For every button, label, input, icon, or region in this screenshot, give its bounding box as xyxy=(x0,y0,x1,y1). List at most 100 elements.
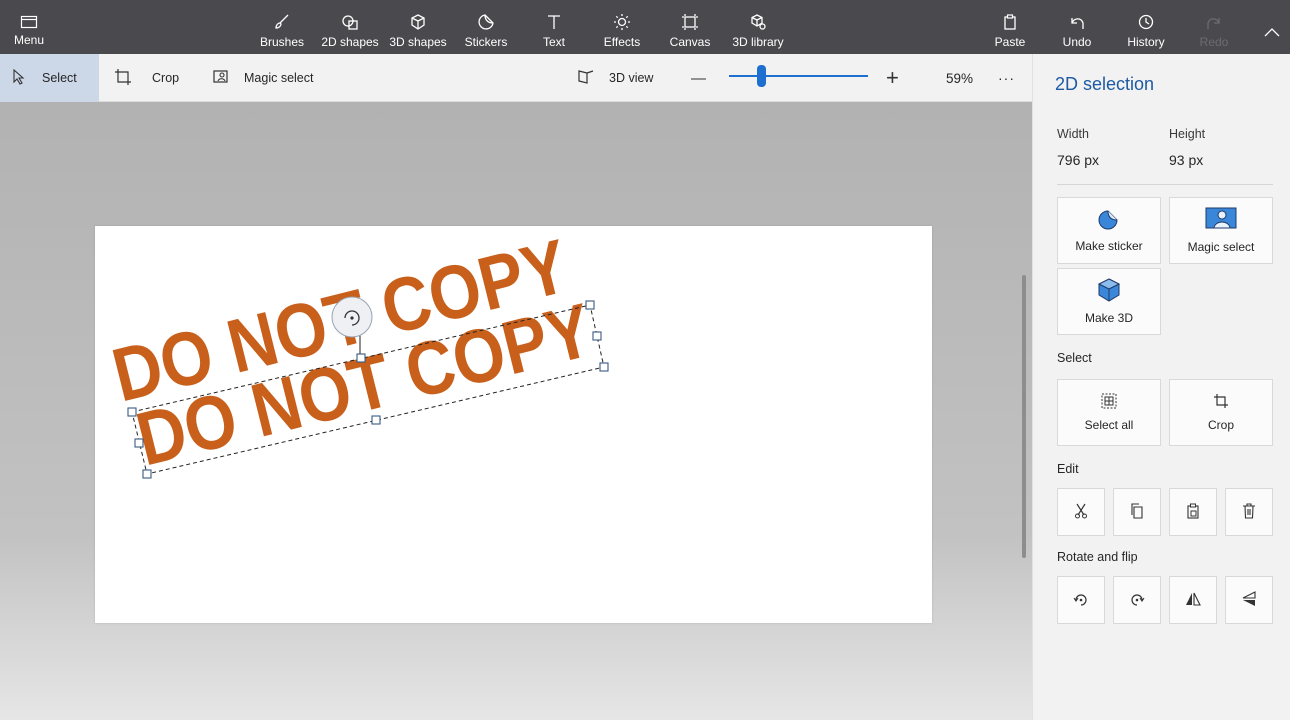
magic-select-icon xyxy=(1205,207,1237,234)
cube-icon xyxy=(1097,278,1121,305)
flip-vertical-icon xyxy=(1241,590,1257,610)
library-3d-button[interactable]: 3D library xyxy=(730,0,786,54)
paste-panel-button[interactable] xyxy=(1169,488,1217,536)
brush-icon xyxy=(272,12,292,32)
rotate-right-button[interactable] xyxy=(1113,576,1161,624)
redo-button[interactable]: Redo xyxy=(1197,0,1231,54)
text-button[interactable]: Text xyxy=(537,0,571,54)
collapse-chevron-icon xyxy=(1262,22,1282,42)
library-3d-label: 3D library xyxy=(732,35,784,49)
width-value[interactable]: 796 px xyxy=(1057,152,1099,168)
resize-handle-top-right[interactable] xyxy=(585,300,595,310)
flip-horizontal-button[interactable] xyxy=(1169,576,1217,624)
resize-handle-bottom[interactable] xyxy=(371,415,381,425)
menu-icon xyxy=(19,12,39,32)
view-3d-icon xyxy=(577,69,595,88)
cut-button[interactable] xyxy=(1057,488,1105,536)
select-tool-button[interactable]: Select xyxy=(0,54,99,102)
resize-handle-bottom-left[interactable] xyxy=(142,469,152,479)
text-label: Text xyxy=(542,35,565,49)
rotate-left-icon xyxy=(1073,591,1089,610)
zoom-slider-track[interactable] xyxy=(729,75,868,77)
crop-panel-label: Crop xyxy=(1207,418,1234,432)
zoom-out-button[interactable]: — xyxy=(691,54,706,102)
resize-handle-right[interactable] xyxy=(592,331,602,341)
panel-title: 2D selection xyxy=(1055,74,1155,94)
select-section-label: Select xyxy=(1057,351,1092,365)
zoom-in-label: + xyxy=(886,65,899,90)
height-value[interactable]: 93 px xyxy=(1169,152,1203,168)
magic-select-panel-button[interactable]: Magic select xyxy=(1169,197,1273,264)
zoom-level[interactable]: 59% xyxy=(946,54,973,102)
make-sticker-label: Make sticker xyxy=(1075,239,1143,253)
brushes-label: Brushes xyxy=(259,35,305,49)
resize-handle-top[interactable] xyxy=(356,353,366,363)
sticker-icon xyxy=(1097,208,1121,233)
paste-small-icon xyxy=(1185,503,1201,522)
rotate-section-label: Rotate and flip xyxy=(1057,550,1138,564)
stickers-button[interactable]: Stickers xyxy=(463,0,509,54)
brushes-button[interactable]: Brushes xyxy=(258,0,306,54)
rotate-handle[interactable] xyxy=(331,296,373,338)
shapes-2d-icon xyxy=(340,12,360,32)
library-3d-icon xyxy=(748,12,768,32)
cube-icon xyxy=(408,12,428,32)
view-3d-label: 3D view xyxy=(609,71,654,85)
paste-button[interactable]: Paste xyxy=(993,0,1027,54)
menu-label: Menu xyxy=(13,33,45,47)
height-label: Height xyxy=(1169,127,1206,141)
view-3d-toggle[interactable]: 3D view xyxy=(577,54,653,102)
rotate-left-button[interactable] xyxy=(1057,576,1105,624)
undo-button[interactable]: Undo xyxy=(1060,0,1094,54)
edit-section-label: Edit xyxy=(1057,462,1079,476)
flip-vertical-button[interactable] xyxy=(1225,576,1273,624)
shapes-3d-label: 3D shapes xyxy=(389,35,447,49)
undo-label: Undo xyxy=(1062,35,1092,49)
crop-tool-button[interactable]: Crop xyxy=(114,54,179,102)
rotate-right-icon xyxy=(1129,591,1145,610)
resize-handle-top-left[interactable] xyxy=(127,407,137,417)
paste-label: Paste xyxy=(994,35,1026,49)
shapes-3d-button[interactable]: 3D shapes xyxy=(389,0,447,54)
history-icon xyxy=(1136,12,1156,32)
effects-label: Effects xyxy=(603,35,641,49)
delete-button[interactable] xyxy=(1225,488,1273,536)
make-3d-button[interactable]: Make 3D xyxy=(1057,268,1161,335)
selection-toolbar: Select Crop Magic select 3D view — + 59%… xyxy=(0,54,1032,102)
stickers-label: Stickers xyxy=(464,35,508,49)
redo-icon xyxy=(1204,12,1224,32)
resize-handle-bottom-right[interactable] xyxy=(599,362,609,372)
menu-button[interactable]: Menu xyxy=(10,0,48,54)
select-all-label: Select all xyxy=(1084,418,1134,432)
select-all-button[interactable]: Select all xyxy=(1057,379,1161,446)
cut-icon xyxy=(1074,503,1088,522)
drawing-canvas[interactable]: DO NOT COPY DO NOT COPY xyxy=(95,224,932,623)
select-all-icon xyxy=(1101,393,1117,412)
magic-select-tool-button[interactable]: Magic select xyxy=(212,54,313,102)
magic-select-tool-label: Magic select xyxy=(244,71,314,85)
history-button[interactable]: History xyxy=(1124,0,1168,54)
delete-icon xyxy=(1242,502,1256,522)
paste-icon xyxy=(1000,12,1020,32)
effects-icon xyxy=(612,12,632,32)
zoom-out-label: — xyxy=(691,69,706,87)
collapse-panel-button[interactable] xyxy=(1260,0,1284,54)
more-options-button[interactable]: ··· xyxy=(998,54,1015,102)
canvas-button[interactable]: Canvas xyxy=(669,0,711,54)
crop-panel-button[interactable]: Crop xyxy=(1169,379,1273,446)
resize-handle-left[interactable] xyxy=(134,438,144,448)
shapes-2d-button[interactable]: 2D shapes xyxy=(321,0,379,54)
flip-horizontal-icon xyxy=(1185,591,1201,610)
history-label: History xyxy=(1127,35,1165,49)
zoom-in-button[interactable]: + xyxy=(886,54,899,102)
canvas-label: Canvas xyxy=(669,35,711,49)
redo-label: Redo xyxy=(1199,35,1229,49)
copy-button[interactable] xyxy=(1113,488,1161,536)
make-sticker-button[interactable]: Make sticker xyxy=(1057,197,1161,264)
effects-button[interactable]: Effects xyxy=(602,0,642,54)
crop-tool-label: Crop xyxy=(152,71,180,85)
zoom-slider-thumb[interactable] xyxy=(756,65,766,87)
top-toolbar: Menu Brushes 2D shapes 3D shapes Sticker… xyxy=(0,0,1290,54)
make-3d-label: Make 3D xyxy=(1084,311,1134,325)
vertical-scrollbar[interactable] xyxy=(1022,275,1026,558)
